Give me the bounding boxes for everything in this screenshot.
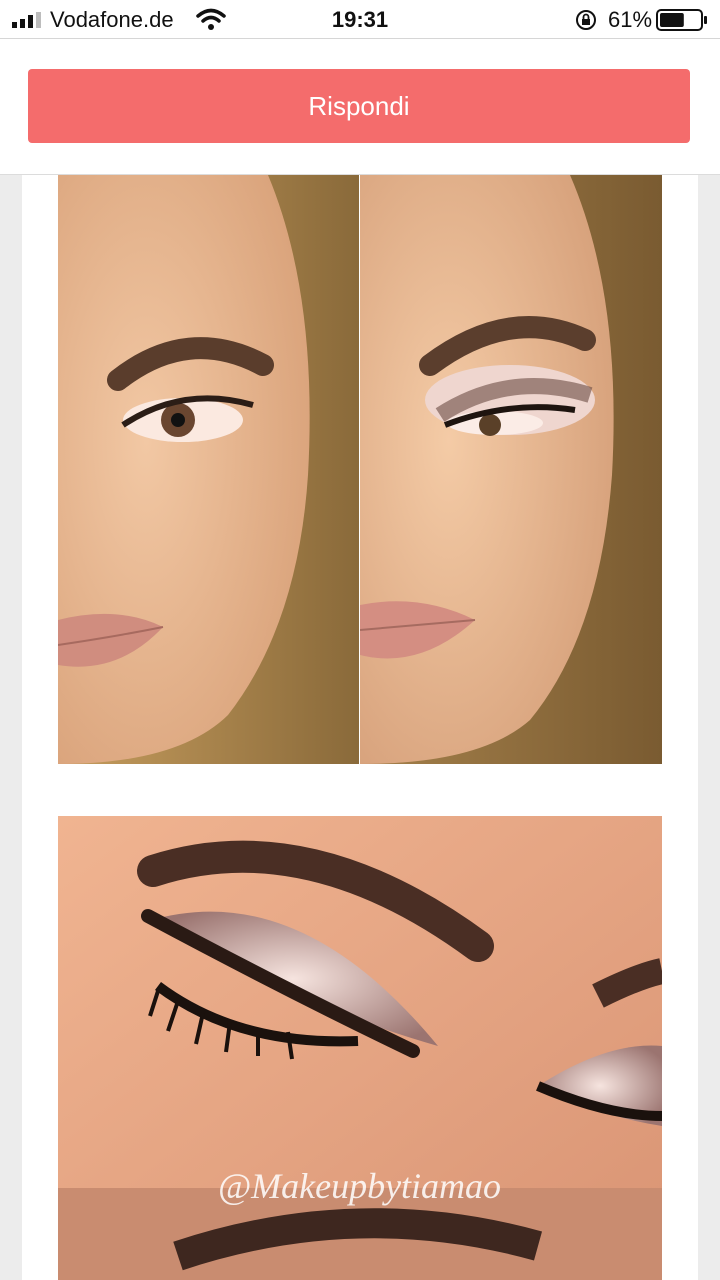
photo-watermark: @Makeupbytiamao [218,1166,502,1206]
reply-header: Rispondi [0,39,720,175]
makeup-before-photo[interactable] [58,175,359,764]
battery-icon [656,9,707,31]
makeup-after-photo[interactable] [360,175,662,764]
status-bar: Vodafone.de 19:31 61% [0,0,720,39]
eye-makeup-closeup-photo[interactable] [58,816,662,1280]
reply-button[interactable]: Rispondi [28,69,690,143]
rotation-lock-icon [576,10,596,30]
battery-percent: 61% [608,7,653,32]
